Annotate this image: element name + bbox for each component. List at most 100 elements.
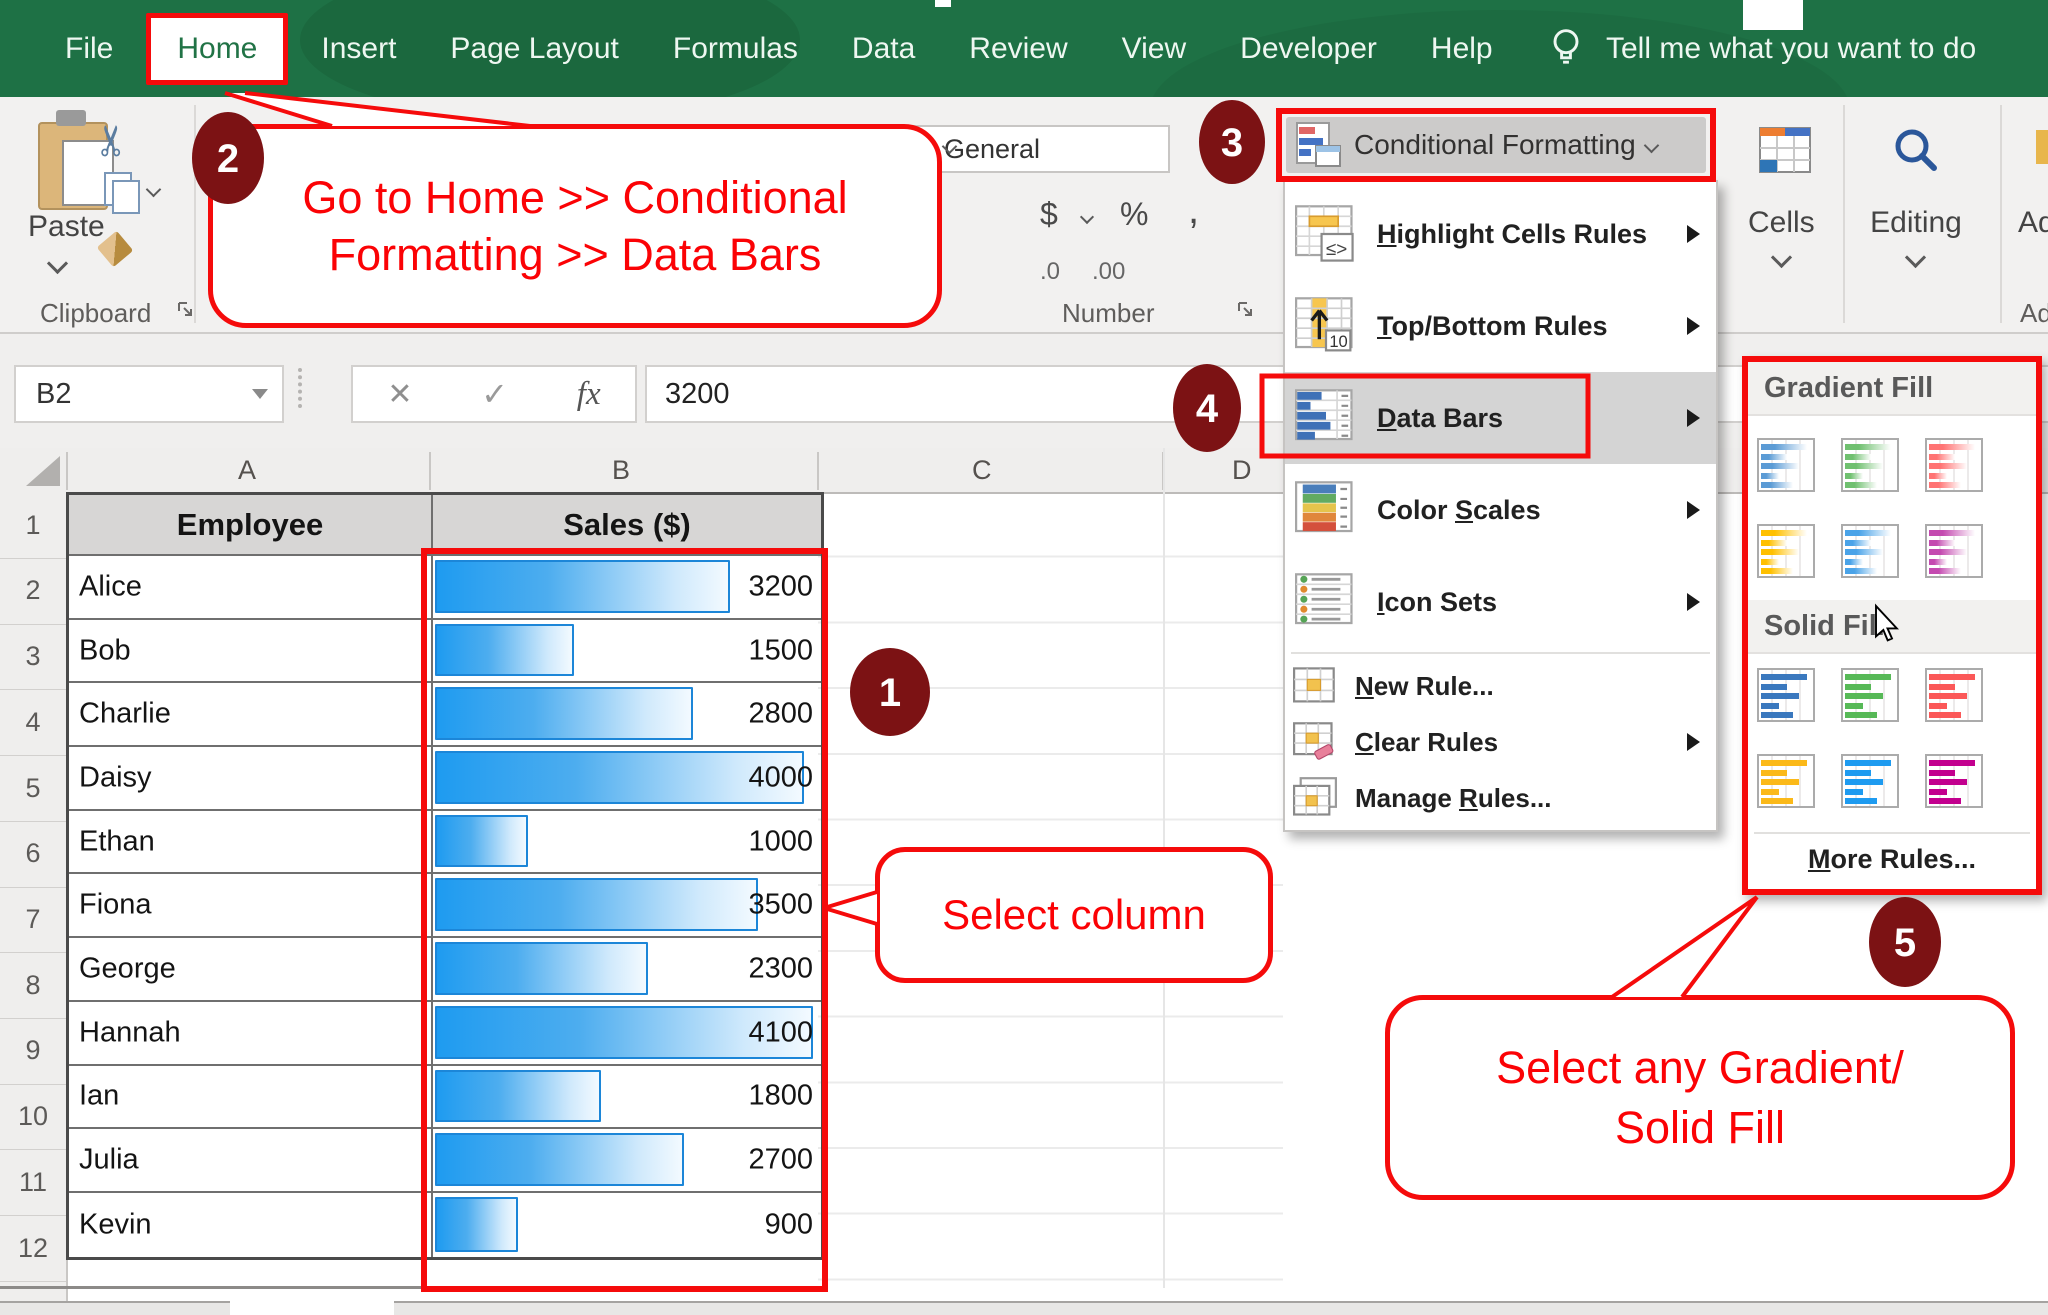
tab-data[interactable]: Data	[825, 32, 942, 66]
employee-cell[interactable]: George	[69, 938, 433, 1002]
employee-cell[interactable]: Alice	[69, 556, 433, 620]
currency-format-icon[interactable]: $	[1040, 196, 1058, 233]
table-row: Ethan1000	[69, 811, 821, 875]
employee-cell[interactable]: Bob	[69, 620, 433, 684]
employee-cell[interactable]: Ian	[69, 1066, 433, 1130]
solid-fill-swatch[interactable]	[1757, 754, 1815, 808]
number-format-select[interactable]: General	[910, 125, 1170, 173]
gradient-fill-swatch[interactable]	[1841, 524, 1899, 578]
employee-cell[interactable]: Kevin	[69, 1193, 433, 1257]
row-header-4[interactable]: 4	[0, 689, 66, 756]
select-all-icon[interactable]	[26, 456, 60, 486]
gradient-fill-swatch[interactable]	[1925, 438, 1983, 492]
sales-cell[interactable]: 4100	[433, 1002, 821, 1066]
conditional-formatting-button[interactable]: Conditional Formatting	[1286, 117, 1706, 173]
menu-item-color-scales[interactable]: Color Scales	[1285, 464, 1716, 556]
row-header-12[interactable]: 12	[0, 1215, 66, 1282]
new-rule-icon	[1293, 665, 1337, 707]
row-header-8[interactable]: 8	[0, 952, 66, 1019]
row-header-7[interactable]: 7	[0, 887, 66, 954]
editing-search-icon[interactable]	[1886, 122, 1948, 184]
employee-cell[interactable]: Julia	[69, 1129, 433, 1193]
sales-cell[interactable]: 4000	[433, 747, 821, 811]
row-header-2[interactable]: 2	[0, 558, 66, 625]
solid-fill-swatch[interactable]	[1757, 668, 1815, 722]
svg-text:10: 10	[1329, 332, 1347, 351]
addins-button-partial[interactable]: Ad	[2018, 206, 2048, 240]
employee-cell[interactable]: Ethan	[69, 811, 433, 875]
sales-cell[interactable]: 2800	[433, 683, 821, 747]
tab-page-layout[interactable]: Page Layout	[423, 32, 645, 66]
row-header-6[interactable]: 6	[0, 821, 66, 888]
name-box[interactable]: B2	[14, 365, 284, 423]
sales-cell[interactable]: 2700	[433, 1129, 821, 1193]
gradient-fill-swatch[interactable]	[1841, 438, 1899, 492]
tab-insert[interactable]: Insert	[294, 32, 423, 66]
solid-fill-swatch[interactable]	[1925, 668, 1983, 722]
sales-cell[interactable]: 1000	[433, 811, 821, 875]
cut-icon[interactable]: ✂	[87, 123, 136, 158]
enter-icon[interactable]: ✓	[481, 375, 508, 413]
menu-item-top-bottom-rules[interactable]: 10 Top/Bottom Rules	[1285, 280, 1716, 372]
sales-cell[interactable]: 3200	[433, 556, 821, 620]
tab-help[interactable]: Help	[1404, 32, 1520, 66]
column-header-b[interactable]: B	[612, 455, 630, 486]
more-rules-button[interactable]: More Rules...	[1748, 844, 2036, 875]
tab-review[interactable]: Review	[942, 32, 1094, 66]
scrollbar-fragment[interactable]	[394, 1301, 2048, 1315]
sales-cell[interactable]: 2300	[433, 938, 821, 1002]
insert-function-icon[interactable]: fx	[577, 376, 601, 413]
cells-icon[interactable]	[1758, 120, 1816, 182]
column-header-c[interactable]: C	[972, 455, 992, 486]
gradient-fill-swatch[interactable]	[1925, 524, 1983, 578]
employee-cell[interactable]: Daisy	[69, 747, 433, 811]
employee-header-cell[interactable]: Employee	[69, 495, 433, 556]
comma-style-icon[interactable]: ,	[1188, 188, 1199, 233]
menu-item-highlight-cells-rules[interactable]: ≤> Highlight Cells Rules	[1285, 188, 1716, 280]
employee-cell[interactable]: Hannah	[69, 1002, 433, 1066]
editing-group-button[interactable]: Editing	[1866, 206, 1966, 240]
sales-cell[interactable]: 3500	[433, 874, 821, 938]
percent-style-icon[interactable]: %	[1120, 196, 1148, 233]
solid-fill-swatch[interactable]	[1841, 668, 1899, 722]
number-dialog-launcher-icon[interactable]	[1236, 300, 1256, 320]
menu-item-data-bars[interactable]: Data Bars	[1285, 372, 1716, 464]
tab-formulas[interactable]: Formulas	[646, 32, 825, 66]
sales-cell[interactable]: 1800	[433, 1066, 821, 1130]
row-header-5[interactable]: 5	[0, 755, 66, 822]
menu-item-icon-sets[interactable]: Icon Sets	[1285, 556, 1716, 648]
solid-fill-swatch[interactable]	[1925, 754, 1983, 808]
clipboard-dialog-launcher-icon[interactable]	[176, 300, 196, 320]
sales-header-cell[interactable]: Sales ($)	[433, 495, 821, 556]
increase-decimal-icon[interactable]: .0	[1040, 258, 1060, 286]
tell-me-box[interactable]: Tell me what you want to do	[1606, 32, 1976, 66]
menu-item-manage-rules[interactable]: Manage Rules...	[1285, 770, 1716, 826]
employee-name: George	[79, 952, 176, 985]
sales-cell[interactable]: 900	[433, 1193, 821, 1257]
sales-cell[interactable]: 1500	[433, 620, 821, 684]
employee-cell[interactable]: Charlie	[69, 683, 433, 747]
name-box-dropdown-icon[interactable]	[252, 389, 268, 399]
gradient-fill-swatch[interactable]	[1757, 438, 1815, 492]
row-header-3[interactable]: 3	[0, 624, 66, 691]
gradient-fill-swatch[interactable]	[1757, 524, 1815, 578]
tab-file[interactable]: File	[38, 32, 140, 66]
solid-fill-swatch[interactable]	[1841, 754, 1899, 808]
row-header-10[interactable]: 10	[0, 1084, 66, 1151]
row-header-9[interactable]: 9	[0, 1018, 66, 1085]
tab-developer[interactable]: Developer	[1213, 32, 1404, 66]
row-header-1[interactable]: 1	[0, 492, 66, 559]
column-header-d[interactable]: D	[1232, 455, 1252, 486]
column-header-a[interactable]: A	[238, 455, 256, 486]
cancel-icon[interactable]: ✕	[387, 377, 412, 412]
decrease-decimal-icon[interactable]: .00	[1092, 258, 1125, 286]
tab-home[interactable]: Home	[146, 13, 288, 85]
row-header-11[interactable]: 11	[0, 1149, 66, 1216]
paste-label[interactable]: Paste	[28, 210, 105, 244]
menu-item-new-rule[interactable]: New Rule...	[1285, 658, 1716, 714]
cells-group-button[interactable]: Cells	[1748, 206, 1814, 240]
tab-view[interactable]: View	[1095, 32, 1213, 66]
data-bar	[435, 624, 574, 677]
employee-cell[interactable]: Fiona	[69, 874, 433, 938]
menu-item-clear-rules[interactable]: Clear Rules	[1285, 714, 1716, 770]
